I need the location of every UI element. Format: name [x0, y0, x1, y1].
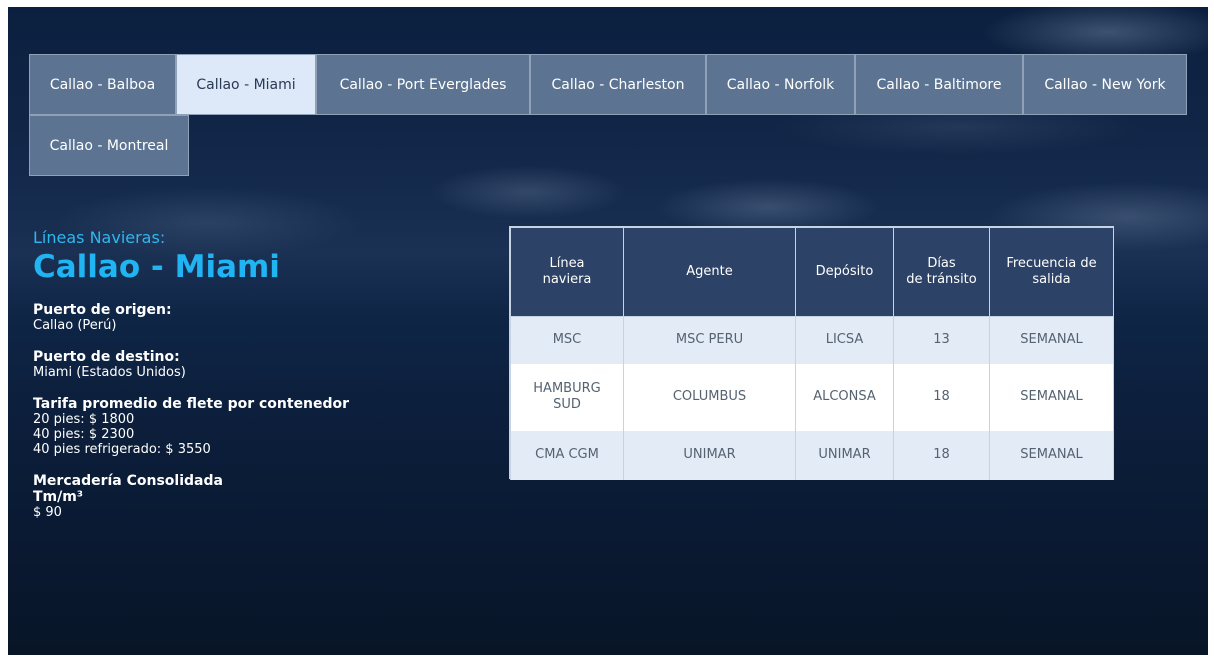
- tab-callao-norfolk[interactable]: Callao - Norfolk: [706, 54, 855, 115]
- tariff-label: Tarifa promedio de flete por contenedor: [33, 396, 350, 412]
- cell-agente: COLUMBUS: [623, 363, 796, 431]
- tab-callao-miami[interactable]: Callao - Miami: [176, 54, 316, 115]
- tariff-block: Tarifa promedio de flete por contenedor …: [33, 396, 493, 457]
- col-header-frecuencia: Frecuencia de salida: [989, 227, 1114, 317]
- tariff-40-reefer: 40 pies refrigerado: $ 3550: [33, 442, 211, 457]
- cell-dias: 18: [893, 430, 990, 480]
- cell-deposito: UNIMAR: [795, 430, 894, 480]
- col-header-linea: Línea naviera: [510, 227, 624, 317]
- consolidated-label: Mercadería Consolidada: [33, 473, 223, 489]
- col-header-dias: Días de tránsito: [893, 227, 990, 317]
- cell-deposito: LICSA: [795, 316, 894, 364]
- consolidated-value: $ 90: [33, 505, 62, 520]
- cell-linea: MSC: [510, 316, 624, 364]
- destination-block: Puerto de destino: Miami (Estados Unidos…: [33, 349, 493, 380]
- shipping-lines-table: Línea naviera Agente Depósito Días de trán…: [509, 226, 1114, 480]
- origin-value: Callao (Perú): [33, 318, 117, 333]
- cell-frecuencia: SEMANAL: [989, 316, 1114, 364]
- tariff-40: 40 pies: $ 2300: [33, 427, 135, 442]
- section-kicker: Líneas Navieras:: [33, 228, 166, 247]
- tab-callao-port-everglades[interactable]: Callao - Port Everglades: [316, 54, 530, 115]
- destination-label: Puerto de destino:: [33, 349, 180, 365]
- table-header-row: Línea naviera Agente Depósito Días de trán…: [510, 227, 1114, 317]
- page-title: Callao - Miami: [33, 249, 280, 285]
- tab-callao-baltimore[interactable]: Callao - Baltimore: [855, 54, 1023, 115]
- table-row: MSC MSC PERU LICSA 13 SEMANAL: [510, 316, 1114, 364]
- route-info-panel: Líneas Navieras: Callao - Miami Puerto d…: [33, 228, 493, 521]
- cell-linea: CMA CGM: [510, 430, 624, 480]
- tab-callao-new-york[interactable]: Callao - New York: [1023, 54, 1187, 115]
- cell-agente: MSC PERU: [623, 316, 796, 364]
- ocean-background: Callao - Balboa Callao - Miami Callao - …: [8, 7, 1208, 655]
- cell-frecuencia: SEMANAL: [989, 430, 1114, 480]
- tab-callao-montreal[interactable]: Callao - Montreal: [29, 115, 189, 176]
- cell-frecuencia: SEMANAL: [989, 363, 1114, 431]
- cell-dias: 13: [893, 316, 990, 364]
- cell-agente: UNIMAR: [623, 430, 796, 480]
- table-row: CMA CGM UNIMAR UNIMAR 18 SEMANAL: [510, 430, 1114, 480]
- tab-callao-charleston[interactable]: Callao - Charleston: [530, 54, 706, 115]
- tariff-20: 20 pies: $ 1800: [33, 412, 135, 427]
- consolidated-block: Mercadería Consolidada Tm/m³ $ 90: [33, 473, 493, 520]
- cell-linea: HAMBURG SUD: [510, 363, 624, 431]
- col-header-deposito: Depósito: [795, 227, 894, 317]
- origin-label: Puerto de origen:: [33, 302, 172, 318]
- cell-dias: 18: [893, 363, 990, 431]
- col-header-agente: Agente: [623, 227, 796, 317]
- consolidated-unit: Tm/m³: [33, 489, 83, 505]
- table-row: HAMBURG SUD COLUMBUS ALCONSA 18 SEMANAL: [510, 363, 1114, 431]
- destination-value: Miami (Estados Unidos): [33, 365, 186, 380]
- tab-callao-balboa[interactable]: Callao - Balboa: [29, 54, 176, 115]
- cell-deposito: ALCONSA: [795, 363, 894, 431]
- origin-block: Puerto de origen: Callao (Perú): [33, 302, 493, 333]
